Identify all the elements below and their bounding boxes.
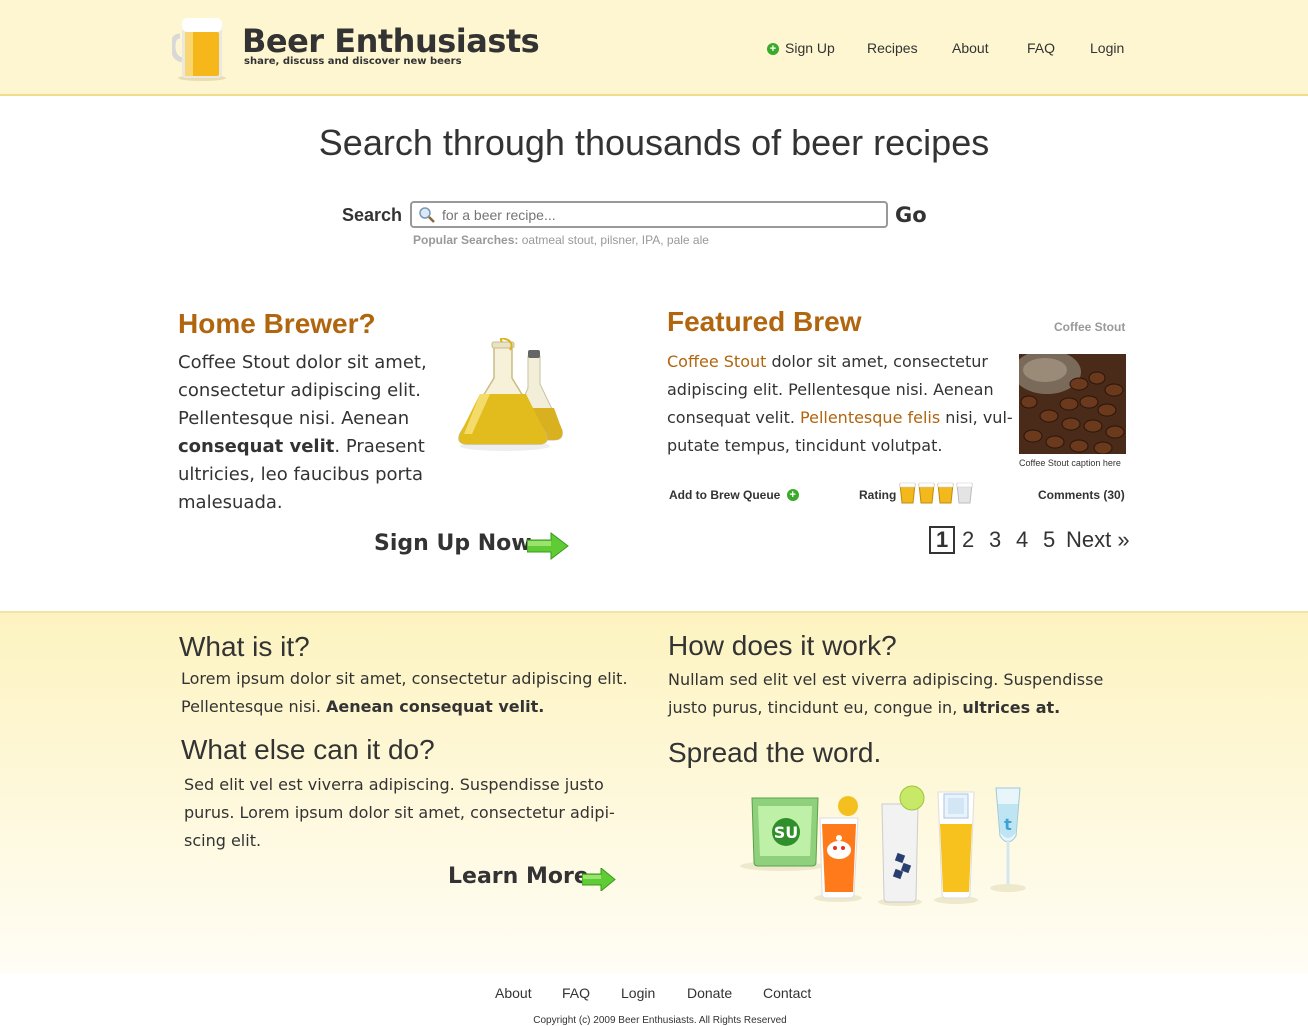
what-else-line: scing elit. bbox=[184, 831, 262, 850]
plus-icon: + bbox=[786, 489, 799, 501]
home-brewer-line: consectetur adipiscing elit. bbox=[178, 380, 421, 401]
how-line: Nullam sed elit vel est viverra adipisci… bbox=[668, 670, 1104, 689]
nav-login[interactable]: Login bbox=[1090, 40, 1124, 56]
home-brewer-heading: Home Brewer? bbox=[178, 308, 376, 339]
coffee-stout-link[interactable]: Coffee Stout bbox=[667, 352, 766, 371]
search-input[interactable] bbox=[442, 205, 882, 225]
what-else-line: Sed elit vel est viverra adipiscing. Sus… bbox=[184, 775, 604, 794]
featured-line: putate tempus, tincidunt volutpat. bbox=[667, 436, 943, 455]
twitter-icon[interactable]: t bbox=[990, 787, 1026, 892]
how-line: justo purus, tincidunt eu, congue in, ul… bbox=[668, 694, 1103, 722]
what-is-it-bold: Aenean consequat velit. bbox=[326, 697, 545, 716]
footer-contact[interactable]: Contact bbox=[763, 985, 811, 1001]
add-to-brew-queue-label: Add to Brew Queue bbox=[669, 488, 781, 502]
featured-line: consequat velit. Pellentesque felis nisi… bbox=[667, 404, 1013, 432]
how-line-pre: justo purus, tincidunt eu, congue in, bbox=[668, 698, 963, 717]
how-does-it-work-text: Nullam sed elit vel est viverra adipisci… bbox=[668, 666, 1103, 722]
footer-faq[interactable]: FAQ bbox=[562, 985, 590, 1001]
what-is-it-line: Pellentesque nisi. Aenean consequat veli… bbox=[181, 693, 628, 721]
featured-image-title: Coffee Stout bbox=[1054, 320, 1126, 334]
copyright: Copyright (c) 2009 Beer Enthusiasts. All… bbox=[533, 1015, 787, 1026]
page-3[interactable]: 3 bbox=[989, 527, 1001, 553]
home-brewer-line-rest: . Praesent bbox=[334, 436, 425, 457]
add-to-brew-queue[interactable]: Add to Brew Queue + bbox=[669, 488, 805, 502]
rating-label: Rating bbox=[859, 488, 897, 502]
how-bold: ultrices at. bbox=[962, 698, 1061, 717]
pellentesque-felis-link[interactable]: Pellentesque felis bbox=[800, 408, 940, 427]
flask-icon bbox=[458, 338, 563, 451]
search-box[interactable] bbox=[410, 201, 888, 228]
rating-glasses[interactable] bbox=[899, 482, 975, 504]
home-brewer-line: consequat velit. Praesent bbox=[178, 433, 448, 461]
sign-up-now-button[interactable]: Sign Up Now bbox=[374, 531, 532, 556]
go-button[interactable]: Go bbox=[895, 203, 927, 227]
rating-glass-empty-icon[interactable] bbox=[956, 482, 973, 504]
beer-mug-logo-icon[interactable] bbox=[172, 12, 232, 82]
social-glasses: SU t bbox=[740, 785, 1026, 906]
digg-icon[interactable] bbox=[934, 791, 978, 904]
popular-searches-label: Popular Searches: bbox=[413, 233, 519, 247]
stumbleupon-icon[interactable]: SU bbox=[740, 797, 824, 871]
home-brewer-line: Coffee Stout dolor sit amet, bbox=[178, 352, 427, 373]
what-is-it-line: Lorem ipsum dolor sit amet, consectetur … bbox=[181, 669, 628, 688]
page-1[interactable]: 1 bbox=[929, 526, 956, 554]
hero-title: Search through thousands of beer recipes bbox=[318, 122, 990, 163]
featured-line-pre: consequat velit. bbox=[667, 408, 801, 427]
page-2[interactable]: 2 bbox=[962, 527, 974, 553]
featured-line-rest: dolor sit amet, consectetur bbox=[766, 352, 988, 371]
delicious-icon[interactable] bbox=[878, 785, 925, 906]
popular-searches: Popular Searches: oatmeal stout, pilsner… bbox=[413, 233, 709, 247]
rating: Rating bbox=[859, 488, 896, 502]
what-else-line: purus. Lorem ipsum dolor sit amet, conse… bbox=[184, 803, 615, 822]
footer-login[interactable]: Login bbox=[621, 985, 655, 1001]
home-brewer-line: Pellentesque nisi. Aenean bbox=[178, 408, 410, 429]
plus-icon: + bbox=[767, 43, 779, 55]
page-5[interactable]: 5 bbox=[1043, 527, 1055, 553]
next-page[interactable]: Next » bbox=[1066, 527, 1130, 553]
coffee-beans-picture bbox=[1019, 354, 1126, 454]
reddit-icon[interactable] bbox=[814, 796, 862, 902]
arrow-right-icon[interactable] bbox=[527, 532, 569, 560]
search-label: Search bbox=[342, 205, 403, 225]
nav-sign-up[interactable]: + Sign Up bbox=[767, 40, 835, 56]
popular-searches-terms[interactable]: oatmeal stout, pilsner, IPA, pale ale bbox=[522, 233, 709, 247]
nav-faq[interactable]: FAQ bbox=[1027, 40, 1055, 56]
what-is-it-line-pre: Pellentesque nisi. bbox=[181, 697, 327, 716]
nav-about[interactable]: About bbox=[952, 40, 989, 56]
site-header: Beer Enthusiasts share, discuss and disc… bbox=[0, 0, 1308, 96]
image-caption: Coffee Stout caption here bbox=[1019, 458, 1121, 468]
svg-text:SU: SU bbox=[774, 823, 799, 842]
nav-sign-up-label: Sign Up bbox=[785, 40, 835, 56]
site-tagline: share, discuss and discover new beers bbox=[244, 56, 462, 67]
arrow-right-icon[interactable] bbox=[582, 868, 616, 891]
home-brewer-text: Coffee Stout dolor sit amet, consectetur… bbox=[178, 349, 448, 517]
svg-text:t: t bbox=[1004, 815, 1012, 834]
home-brewer-bold: consequat velit bbox=[178, 436, 335, 457]
coffee-beans-image[interactable] bbox=[1019, 354, 1126, 454]
what-is-it-text: Lorem ipsum dolor sit amet, consectetur … bbox=[181, 665, 628, 721]
rating-glass-full-icon[interactable] bbox=[899, 482, 916, 504]
featured-line: adipiscing elit. Pellentesque nisi. Aene… bbox=[667, 380, 994, 399]
site-title[interactable]: Beer Enthusiasts bbox=[242, 22, 540, 60]
featured-brew-heading: Featured Brew bbox=[667, 306, 862, 337]
learn-more-button[interactable]: Learn More bbox=[448, 864, 589, 889]
how-does-it-work-heading: How does it work? bbox=[668, 630, 897, 661]
what-is-it-heading: What is it? bbox=[179, 631, 310, 662]
home-brewer-line: ultricies, leo faucibus porta bbox=[178, 464, 424, 485]
footer-about[interactable]: About bbox=[495, 985, 532, 1001]
featured-line: Coffee Stout dolor sit amet, consectetur bbox=[667, 348, 1012, 376]
page-4[interactable]: 4 bbox=[1016, 527, 1028, 553]
rating-glass-full-icon[interactable] bbox=[937, 482, 954, 504]
nav-recipes[interactable]: Recipes bbox=[867, 40, 918, 56]
footer-donate[interactable]: Donate bbox=[687, 985, 732, 1001]
comments-link[interactable]: Comments (30) bbox=[1038, 488, 1125, 502]
search-icon bbox=[419, 207, 435, 223]
what-else-heading: What else can it do? bbox=[181, 734, 435, 765]
featured-text: Coffee Stout dolor sit amet, consectetur… bbox=[667, 348, 1013, 460]
featured-line-post: nisi, vul- bbox=[940, 408, 1013, 427]
home-brewer-line: malesuada. bbox=[178, 492, 283, 513]
rating-glass-full-icon[interactable] bbox=[918, 482, 935, 504]
spread-the-word-heading: Spread the word. bbox=[668, 737, 882, 768]
what-else-text: Sed elit vel est viverra adipiscing. Sus… bbox=[184, 771, 615, 855]
